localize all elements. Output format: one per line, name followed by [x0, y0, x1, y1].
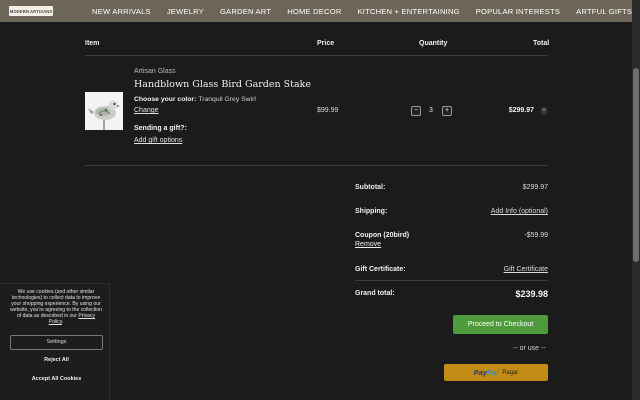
cookie-notice-text: We use cookies (and other similar techno… [9, 289, 103, 326]
nav-garden-art[interactable]: GARDEN ART [220, 7, 271, 16]
shipping-add-info-link[interactable]: Add Info (optional) [491, 208, 548, 215]
paypal-button-text: Pagar [502, 369, 519, 376]
column-header-total: Total [533, 40, 550, 47]
quantity-value[interactable]: 3 [427, 107, 435, 114]
coupon-label: Coupon (20bird) [355, 232, 410, 239]
reject-all-cookies-button[interactable]: Reject All [10, 357, 103, 363]
cookie-notice-period: . [61, 319, 64, 326]
coupon-remove-link[interactable]: Remove [355, 241, 381, 248]
add-gift-options-link[interactable]: Add gift options [134, 137, 182, 144]
cookie-settings-button[interactable]: Settings [10, 335, 103, 350]
nav-new-arrivals[interactable]: NEW ARRIVALS [92, 7, 151, 16]
option-value: Tranquil Grey Swirl [198, 96, 256, 103]
items-divider [85, 165, 548, 166]
subtotal-label: Subtotal: [355, 184, 386, 191]
quantity-decrease-button[interactable]: − [411, 106, 421, 116]
nav-kitchen-entertaining[interactable]: KITCHEN + ENTERTAINING [358, 7, 460, 16]
gift-question: Sending a gift?: [134, 125, 187, 132]
product-thumbnail[interactable] [85, 92, 123, 130]
product-brand: Artisan Glass [134, 68, 176, 75]
nav-popular-interests[interactable]: POPULAR INTERESTS [476, 7, 560, 16]
nav-jewelry[interactable]: JEWELRY [167, 7, 204, 16]
proceed-to-checkout-button[interactable]: Proceed to Checkout [453, 315, 548, 334]
gift-certificate-label: Gift Certificate: [355, 266, 406, 273]
gift-certificate-link[interactable]: Gift Certificate [504, 266, 548, 273]
column-header-item: Item [85, 40, 100, 47]
column-header-price: Price [317, 40, 335, 47]
product-name[interactable]: Handblown Glass Bird Garden Stake [134, 79, 311, 90]
item-price: $99.99 [317, 107, 339, 114]
paypal-logo: PayPal [474, 368, 499, 377]
page-scrollbar[interactable] [632, 0, 640, 400]
product-option: Choose your color: Tranquil Grey Swirl [134, 96, 256, 103]
option-label: Choose your color: [134, 96, 197, 103]
cookie-consent-banner: We use cookies (and other similar techno… [0, 283, 110, 400]
glass-bird-image [85, 92, 123, 130]
change-option-link[interactable]: Change [134, 107, 159, 114]
accept-all-cookies-button[interactable]: Accept All Cookies [10, 376, 103, 382]
grand-total-value: $239.98 [515, 289, 548, 299]
remove-item-icon[interactable]: × [540, 107, 548, 115]
logo-text: MODERN ARTISANS [9, 8, 53, 14]
line-total: $299.97 [508, 107, 534, 114]
coupon-value: -$59.99 [524, 232, 548, 239]
header-divider [85, 55, 548, 56]
main-nav: NEW ARRIVALS JEWELRY GARDEN ART HOME DEC… [92, 0, 640, 22]
column-header-quantity: Quantity [419, 40, 448, 47]
top-navigation-bar: MODERN ARTISANS NEW ARRIVALS JEWELRY GAR… [0, 0, 632, 22]
shipping-label: Shipping: [355, 208, 388, 215]
paypal-logo-pal: Pal [487, 368, 499, 377]
paypal-logo-pay: Pay [473, 368, 488, 377]
quantity-increase-button[interactable]: + [442, 106, 452, 116]
summary-divider [355, 280, 548, 281]
or-use-text: -- or use -- [513, 345, 546, 352]
scrollbar-thumb[interactable] [633, 68, 639, 262]
grand-total-label: Grand total: [355, 290, 395, 297]
subtotal-value: $299.97 [522, 184, 548, 191]
nav-artful-gifts[interactable]: ARTFUL GIFTS [576, 7, 632, 16]
nav-home-decor[interactable]: HOME DECOR [287, 7, 341, 16]
site-logo[interactable]: MODERN ARTISANS [9, 6, 53, 16]
paypal-button[interactable]: PayPal Pagar [444, 364, 548, 381]
